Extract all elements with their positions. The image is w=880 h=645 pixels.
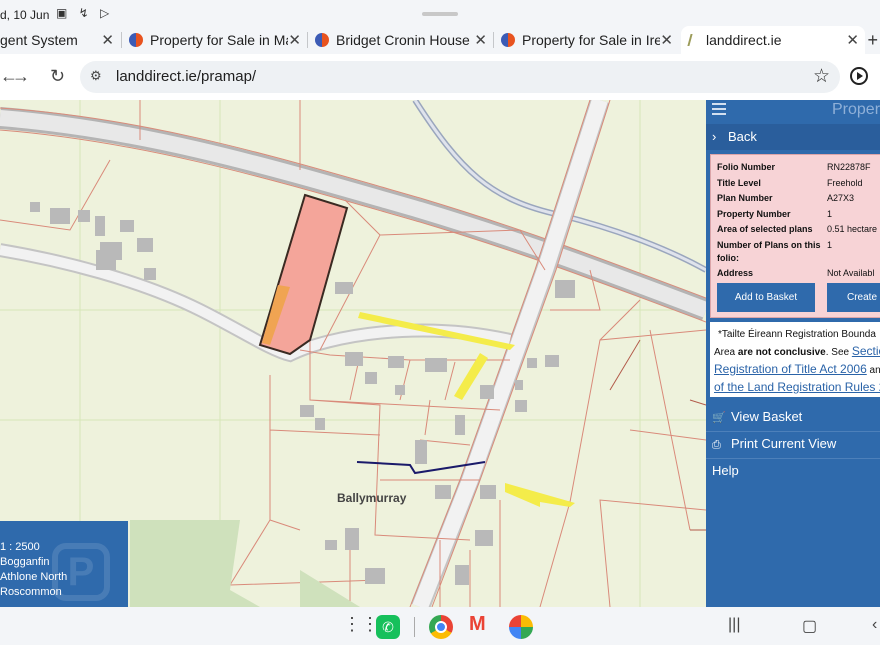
property-panel: Proper › Back Folio Number RN22878F Titl… (706, 100, 880, 607)
notice-line: of the Land Registration Rules 2 (714, 379, 880, 397)
tab-title: Property for Sale in May (150, 32, 288, 48)
print-current-view-link[interactable]: ⎙ Print Current View (712, 436, 836, 452)
detail-value: 1 (827, 240, 833, 250)
tab-property-ireland[interactable]: Property for Sale in Irela ✕ (501, 26, 679, 54)
photos-app-icon[interactable] (509, 615, 533, 639)
detail-value: Freehold (827, 178, 863, 188)
notification-icons: ▣ ↯ ▷ (56, 6, 114, 20)
print-view-label: Print Current View (731, 436, 837, 451)
map-place-label: Ballymurray (337, 491, 407, 505)
map-scale-box: P 1 : 2500 Bogganfin Athlone North Rosco… (0, 521, 128, 607)
tab-gent-system[interactable]: gent System ✕ (0, 26, 120, 54)
tab-title: Property for Sale in Irela (522, 32, 660, 48)
view-basket-link[interactable]: 🛒 View Basket (712, 409, 802, 424)
detail-label: Property Number (717, 209, 791, 219)
back-link[interactable]: › Back (706, 124, 880, 150)
registration-act-link[interactable]: Registration of Title Act 2006 (714, 362, 867, 376)
address-bar[interactable]: ⚙ landdirect.ie/pramap/ ☆ (80, 61, 840, 93)
townland-label: Bogganfin (0, 556, 50, 568)
detail-value: Not Availabl (827, 268, 875, 278)
detail-label: Plan Number (717, 193, 773, 203)
panel-header: Proper (706, 100, 880, 122)
panel-title: Proper (832, 101, 880, 118)
forward-arrow-icon[interactable]: → (12, 66, 30, 87)
site-favicon-icon (501, 33, 515, 47)
detail-value: 1 (827, 209, 833, 219)
tab-separator (121, 32, 122, 48)
site-favicon-icon (315, 33, 329, 47)
notice-line: Registration of Title Act 2006 an (714, 361, 880, 379)
tab-title: Bridget Cronin House M (336, 32, 472, 48)
site-settings-icon[interactable]: ⚙ (90, 68, 102, 84)
back-label: Back (727, 129, 757, 144)
tab-separator (493, 32, 494, 48)
menu-icon[interactable] (712, 103, 726, 115)
app-drawer-icon[interactable]: ⋮⋮⋮ (343, 614, 397, 638)
detail-value: RN22878F (827, 162, 871, 172)
chrome-app-icon[interactable] (429, 615, 453, 639)
address-url[interactable]: landdirect.ie/pramap/ (116, 68, 256, 85)
reload-icon[interactable]: ↻ (50, 66, 65, 87)
help-link[interactable]: Help (712, 463, 739, 478)
detail-label: Address (717, 268, 754, 278)
phone-app-icon[interactable]: ✆ (376, 615, 400, 639)
back-icon[interactable]: ‹ (872, 616, 877, 634)
tab-property-mayo[interactable]: Property for Sale in May ✕ (129, 26, 307, 54)
detail-value: A27X3 (827, 193, 855, 203)
divider (706, 458, 880, 459)
status-time: d, 10 Jun (0, 8, 50, 22)
tab-bridget-cronin[interactable]: Bridget Cronin House M ✕ (315, 26, 493, 54)
media-play-icon[interactable] (850, 67, 868, 85)
folio-details-card: Folio Number RN22878F Title Level Freeho… (710, 154, 880, 318)
tab-separator (307, 32, 308, 48)
close-icon[interactable]: ✕ (846, 31, 859, 49)
chevron-right-icon: › (712, 129, 717, 144)
landdirect-favicon-icon (687, 34, 701, 46)
tab-title: landdirect.ie (706, 32, 782, 48)
detail-label: Number of Plans on this folio: (717, 240, 821, 263)
notice-text: Area (714, 347, 738, 358)
create-button[interactable]: Create (827, 283, 880, 312)
notice-text: . See (825, 347, 852, 358)
home-icon[interactable]: ▢ (802, 616, 817, 636)
notice-line: Area are not conclusive. See Sectio (714, 343, 880, 361)
tab-landdirect[interactable]: landdirect.ie ✕ (681, 26, 865, 54)
close-icon[interactable]: ✕ (660, 31, 673, 49)
gmail-app-icon[interactable]: M (469, 613, 493, 637)
section-link[interactable]: Sectio (852, 344, 880, 358)
detail-label: Folio Number (717, 162, 775, 172)
county-label: Roscommon (0, 586, 62, 598)
recents-icon[interactable]: ||| (728, 616, 740, 634)
map-scale: 1 : 2500 (0, 541, 40, 553)
detail-label: Title Level (717, 178, 761, 188)
tab-strip: gent System ✕ Property for Sale in May ✕… (0, 26, 880, 54)
close-icon[interactable]: ✕ (474, 31, 487, 49)
tab-title: gent System (0, 32, 78, 48)
close-icon[interactable]: ✕ (288, 31, 301, 49)
boundary-notice: *Tailte Éireann Registration Bounda Area… (710, 322, 880, 397)
notice-text: an (866, 365, 880, 376)
taskbar-separator (414, 617, 415, 637)
map-canvas[interactable]: Ballymurray P 1 : 2500 Bogganfin Athlone… (0, 100, 706, 607)
printer-icon: ⎙ (712, 439, 721, 451)
detail-label: Area of selected plans (717, 224, 813, 234)
land-registration-rules-link[interactable]: of the Land Registration Rules 2 (714, 380, 880, 394)
site-favicon-icon (129, 33, 143, 47)
notice-bold: are not conclusive (737, 347, 826, 358)
bookmark-star-icon[interactable]: ☆ (813, 65, 830, 88)
android-taskbar: ⋮⋮⋮ ✆ M ||| ▢ ‹ (0, 607, 880, 645)
browser-toolbar: ← → ↻ ⚙ landdirect.ie/pramap/ ☆ (0, 54, 880, 100)
view-basket-label: View Basket (731, 409, 803, 424)
detail-value: 0.51 hectare (827, 224, 878, 234)
divider (706, 431, 880, 432)
new-tab-plus-icon[interactable]: + (867, 30, 878, 51)
close-icon[interactable]: ✕ (101, 31, 114, 49)
window-drag-handle[interactable] (422, 12, 458, 16)
cart-icon: 🛒 (712, 412, 726, 424)
ded-label: Athlone North (0, 571, 68, 583)
notice-line: *Tailte Éireann Registration Bounda (718, 329, 876, 340)
add-to-basket-button[interactable]: Add to Basket (717, 283, 815, 312)
